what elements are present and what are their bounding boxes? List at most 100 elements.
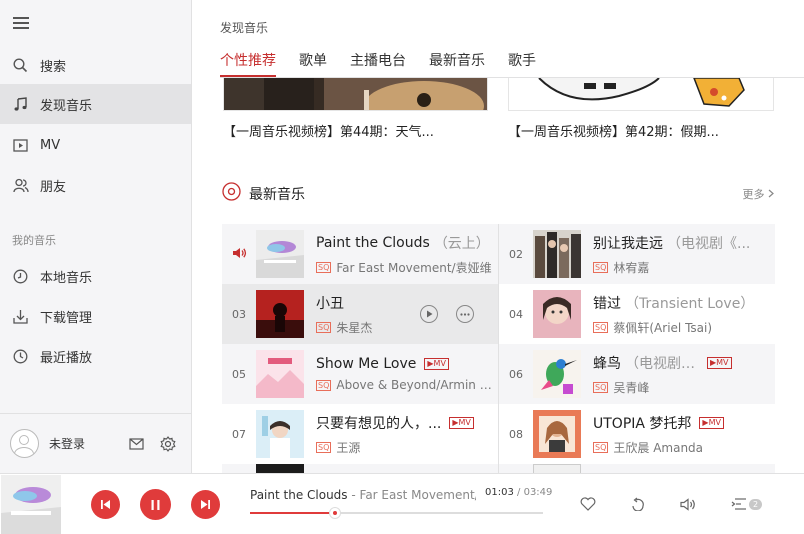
song-artist[interactable]: 王欣晨 Amanda (613, 439, 703, 456)
mv-badge[interactable]: ▶MV (707, 356, 732, 369)
album-cover[interactable] (533, 410, 581, 458)
more-link[interactable]: 更多 (743, 186, 775, 202)
song-number: 04 (509, 307, 523, 321)
friends-icon (12, 177, 29, 194)
user-bar: 未登录 (0, 413, 191, 473)
video-thumbnail[interactable] (223, 78, 488, 111)
song-row[interactable] (499, 464, 775, 473)
song-row[interactable]: Paint the Clouds （云上） SQ Far East Movement… (222, 224, 498, 284)
song-row[interactable]: 08 UTOPIA 梦托邦 ▶MV SQ 王欣晨 Amanda (499, 404, 775, 464)
song-alias: （电视剧《... (667, 235, 751, 252)
song-number: 07 (232, 427, 246, 441)
sq-badge: SQ (316, 261, 332, 273)
gear-icon[interactable] (159, 435, 177, 453)
progress-bar[interactable] (250, 507, 543, 519)
mv-badge[interactable]: ▶MV (699, 416, 724, 429)
song-artist[interactable]: 蔡佩轩(Ariel Tsai) (613, 319, 712, 336)
mv-badge[interactable]: ▶MV (449, 416, 474, 429)
song-artist[interactable]: Far East Movement/袁娅维 (336, 259, 491, 276)
sq-badge: SQ (593, 321, 609, 333)
progress-fill (250, 512, 335, 514)
song-row[interactable]: 06 蜂鸟（电视剧《我... ▶MV SQ 吴青峰 (499, 344, 775, 404)
pause-button[interactable] (140, 489, 171, 520)
album-cover[interactable] (533, 464, 581, 473)
song-title: Paint the Clouds (316, 234, 430, 251)
mail-icon[interactable] (127, 435, 145, 453)
mv-badge[interactable]: ▶MV (424, 358, 449, 370)
now-playing-info[interactable]: Paint the Clouds - Far East Movement/袁娅 (250, 486, 476, 503)
song-row[interactable]: 07 只要有想见的人，... ▶MV SQ 王源 (222, 404, 498, 464)
song-artist[interactable]: 朱星杰 (336, 319, 372, 336)
clock-icon (12, 348, 29, 365)
section-title[interactable]: 最新音乐 (249, 184, 305, 204)
heart-icon[interactable] (579, 495, 597, 513)
song-row[interactable] (222, 464, 498, 473)
section-header: 最新音乐 (222, 182, 305, 205)
video-title[interactable]: 【一周音乐视频榜】第44期：天气... (223, 121, 488, 140)
sidebar-item-label: 本地音乐 (40, 270, 93, 286)
song-artist[interactable]: 王源 (336, 439, 360, 456)
playlist-icon[interactable] (730, 495, 748, 513)
avatar[interactable] (10, 429, 39, 458)
video-icon (12, 137, 29, 154)
sidebar-item-label: 最近播放 (40, 350, 93, 366)
tab-bar: 个性推荐 歌单 主播电台 最新音乐 歌手 (220, 50, 559, 77)
album-cover[interactable] (256, 350, 304, 398)
sidebar-item-friends[interactable]: 朋友 (0, 165, 191, 205)
more-label: 更多 (742, 188, 765, 201)
play-icon[interactable] (420, 305, 438, 323)
song-row[interactable]: 03 小丑 SQ 朱星杰 (222, 284, 498, 344)
album-cover[interactable] (533, 290, 581, 338)
sidebar-item-downloads[interactable]: 下载管理 (0, 296, 191, 336)
new-music-grid: Paint the Clouds （云上） SQ Far East Movement… (222, 224, 775, 473)
now-playing-cover[interactable] (1, 475, 61, 534)
album-cover[interactable] (256, 464, 304, 473)
song-artist[interactable]: 林宥嘉 (613, 259, 649, 276)
disc-icon (222, 182, 241, 205)
video-title[interactable]: 【一周音乐视频榜】第42期：假期... (508, 121, 774, 140)
song-row[interactable]: 05 Show Me Love ▶MV SQ Above & Beyond/Armi… (222, 344, 498, 404)
download-icon (12, 308, 29, 325)
song-title: 蜂鸟 (593, 355, 621, 372)
sidebar-item-local-music[interactable]: 本地音乐 (0, 256, 191, 296)
album-cover[interactable] (533, 350, 581, 398)
tab-artists[interactable]: 歌手 (508, 50, 536, 76)
repeat-icon[interactable] (629, 495, 647, 513)
search-icon (12, 57, 29, 74)
song-artist[interactable]: 吴青峰 (613, 379, 649, 396)
song-artist[interactable]: Above & Beyond/Armin va... (336, 378, 498, 392)
previous-button[interactable] (91, 490, 120, 519)
tab-recommend[interactable]: 个性推荐 (220, 50, 276, 77)
song-number: 08 (509, 427, 523, 441)
album-cover[interactable] (256, 290, 304, 338)
song-row[interactable]: 04 错过 （Transient Love） SQ 蔡佩轩(Ariel Tsai) (499, 284, 775, 344)
time-display: 01:03 / 03:49 (485, 487, 552, 498)
sq-badge: SQ (316, 379, 332, 391)
tab-playlists[interactable]: 歌单 (299, 50, 327, 76)
progress-handle[interactable] (328, 507, 341, 519)
sidebar: 搜索 发现音乐 MV 朋友 我的音乐 本地音乐 下载管理 最近播放 未登录 (0, 0, 192, 473)
player-bar: Paint the Clouds - Far East Movement/袁娅 … (0, 473, 804, 534)
more-options-icon[interactable] (456, 305, 474, 323)
song-number: 03 (232, 307, 246, 321)
sidebar-item-search[interactable]: 搜索 (0, 45, 191, 85)
volume-icon[interactable] (679, 495, 697, 513)
song-title: UTOPIA 梦托邦 (593, 415, 692, 432)
song-alias: （Transient Love） (625, 295, 755, 312)
album-cover[interactable] (256, 230, 304, 278)
menu-icon[interactable] (13, 17, 29, 29)
sidebar-item-mv[interactable]: MV (0, 125, 191, 165)
tab-new-music[interactable]: 最新音乐 (429, 50, 485, 76)
next-button[interactable] (191, 490, 220, 519)
album-cover[interactable] (256, 410, 304, 458)
song-row[interactable]: 02 别让我走远 （电视剧《... SQ 林宥嘉 (499, 224, 775, 284)
main-content: 发现音乐 个性推荐 歌单 主播电台 最新音乐 歌手 【一周音乐视频榜】第44期：… (192, 0, 804, 473)
video-thumbnail[interactable] (508, 78, 774, 111)
login-status[interactable]: 未登录 (49, 435, 127, 452)
sidebar-item-recent[interactable]: 最近播放 (0, 336, 191, 376)
album-cover[interactable] (533, 230, 581, 278)
sidebar-item-discover[interactable]: 发现音乐 (0, 84, 191, 124)
sq-badge: SQ (593, 441, 609, 453)
tab-radio[interactable]: 主播电台 (350, 50, 406, 76)
now-playing-artist: - Far East Movement/袁娅 (351, 488, 476, 502)
